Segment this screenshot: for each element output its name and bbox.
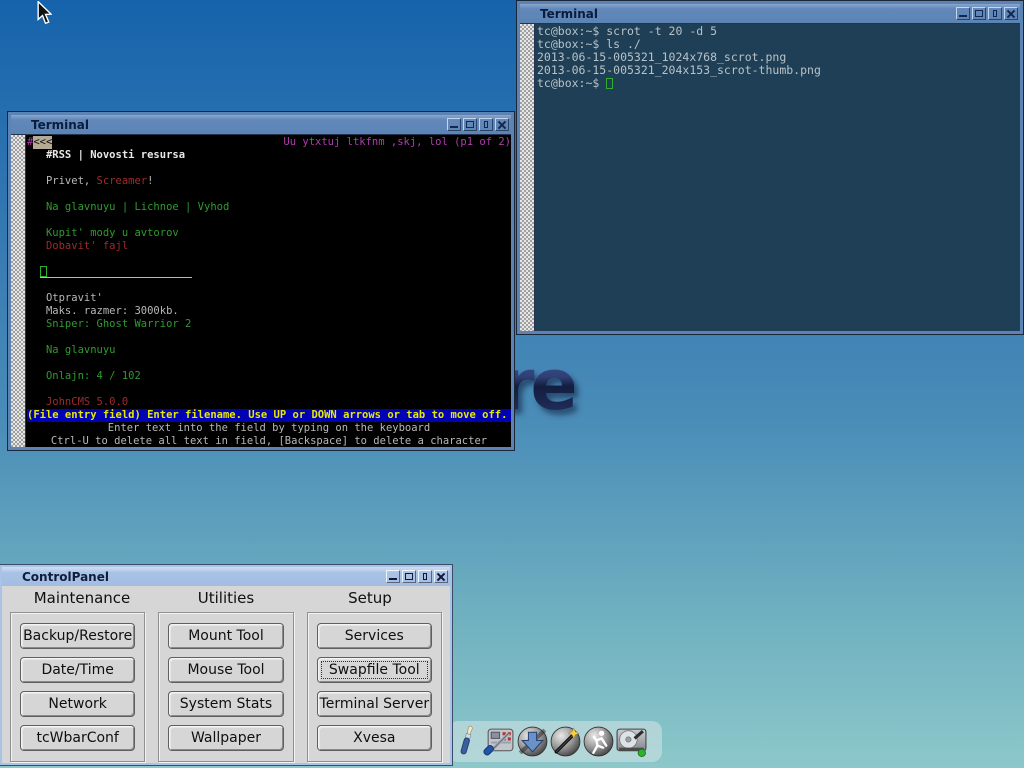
- maximize-icon: [405, 573, 413, 580]
- minimize-button[interactable]: [956, 7, 970, 20]
- close-button[interactable]: [1004, 7, 1018, 20]
- network-button[interactable]: Network: [20, 691, 135, 717]
- column-header-setup: Setup: [298, 589, 442, 612]
- page-heading: #RSS | Novosti resursa: [27, 149, 511, 162]
- terminal-server-button[interactable]: Terminal Server: [317, 691, 432, 717]
- close-button[interactable]: [495, 118, 509, 131]
- window-title: Terminal: [540, 7, 598, 21]
- nav-links[interactable]: Na glavnuyu | Lichnoe | Vyhod: [27, 201, 511, 214]
- minimize-button[interactable]: [386, 570, 400, 583]
- tcwbarconf-button[interactable]: tcWbarConf: [20, 725, 135, 751]
- exit-run-icon[interactable]: [582, 725, 615, 758]
- swapfile-tool-button[interactable]: Swapfile Tool: [317, 657, 432, 683]
- system-stats-button[interactable]: System Stats: [168, 691, 283, 717]
- back-links-selected[interactable]: <<<: [33, 136, 52, 149]
- column-headers: Maintenance Utilities Setup: [10, 589, 442, 612]
- titlebar[interactable]: Terminal: [11, 115, 511, 134]
- terminal-scrollbar[interactable]: [11, 135, 26, 447]
- desktop: re Terminal tc@box:~$ scrot -t 20 -d 5 t…: [0, 0, 1024, 768]
- backup-restore-button[interactable]: Backup/Restore: [20, 623, 135, 649]
- magic-wand-icon[interactable]: [549, 725, 582, 758]
- maximize-button[interactable]: [402, 570, 416, 583]
- status-bar: (File entry field) Enter filename. Use U…: [27, 409, 511, 422]
- setup-group: Services Swapfile Tool Terminal Server X…: [307, 612, 442, 762]
- minimize-icon: [389, 578, 397, 580]
- text-cursor: [40, 266, 47, 277]
- titlebar[interactable]: ControlPanel: [2, 567, 450, 586]
- greeting-line: Privet, Screamer!: [27, 175, 511, 188]
- shade-button[interactable]: [479, 118, 493, 131]
- paintbrush-icon[interactable]: [450, 725, 483, 758]
- maximize-icon: [466, 121, 474, 128]
- services-button[interactable]: Services: [317, 623, 432, 649]
- maximize-button[interactable]: [463, 118, 477, 131]
- username-link[interactable]: Screamer: [97, 175, 148, 187]
- mouse-tool-button[interactable]: Mouse Tool: [168, 657, 283, 683]
- shell-output[interactable]: tc@box:~$ scrot -t 20 -d 5 tc@box:~$ ls …: [535, 24, 1020, 331]
- browser-toolbar-line: #<<<Uu ytxtuj ltkfnm ,skj, lol (p1 of 2): [27, 136, 511, 149]
- xvesa-button[interactable]: Xvesa: [317, 725, 432, 751]
- submit-label: Otpravit': [27, 292, 511, 305]
- minimize-icon: [450, 126, 458, 128]
- close-button[interactable]: [434, 570, 448, 583]
- terminal-cursor: [606, 78, 613, 89]
- page-status: Uu ytxtuj ltkfnm ,skj, lol (p1 of 2): [283, 136, 511, 149]
- terminal-content: tc@box:~$ scrot -t 20 -d 5 tc@box:~$ ls …: [520, 23, 1020, 331]
- buy-mods-link[interactable]: Kupit' mody u avtorov: [27, 227, 511, 240]
- shade-icon: [423, 573, 427, 580]
- date-time-button[interactable]: Date/Time: [20, 657, 135, 683]
- minimize-button[interactable]: [447, 118, 461, 131]
- column-header-utilities: Utilities: [154, 589, 298, 612]
- terminal-window-browser: Terminal #<<<Uu ytxtuj ltkfnm ,skj, lol …: [8, 112, 514, 450]
- control-panel-window: ControlPanel Maintenance Utilities Setup…: [0, 565, 452, 765]
- titlebar[interactable]: Terminal: [520, 4, 1020, 23]
- terminal-content: #<<<Uu ytxtuj ltkfnm ,skj, lol (p1 of 2)…: [11, 134, 511, 447]
- shade-icon: [993, 10, 997, 17]
- window-title: ControlPanel: [22, 570, 109, 584]
- control-panel-icon[interactable]: [483, 725, 516, 758]
- terminal-window-top-right: Terminal tc@box:~$ scrot -t 20 -d 5 tc@b…: [517, 1, 1023, 334]
- minimize-icon: [959, 15, 967, 17]
- wallpaper-button[interactable]: Wallpaper: [168, 725, 283, 751]
- maintenance-group: Backup/Restore Date/Time Network tcWbarC…: [10, 612, 145, 762]
- shade-button[interactable]: [988, 7, 1002, 20]
- mount-tool-disk-icon[interactable]: [615, 725, 648, 758]
- mouse-cursor-icon: [37, 1, 52, 24]
- window-buttons: [954, 7, 1018, 20]
- window-buttons: [384, 570, 448, 583]
- game-link[interactable]: Sniper: Ghost Warrior 2: [27, 318, 511, 331]
- online-counter: Onlajn: 4 / 102: [27, 370, 511, 383]
- mount-tool-button[interactable]: Mount Tool: [168, 623, 283, 649]
- window-title: Terminal: [31, 118, 89, 132]
- terminal-scrollbar[interactable]: [520, 24, 535, 331]
- shade-icon: [484, 121, 488, 128]
- app-browser-icon[interactable]: [516, 725, 549, 758]
- home-link[interactable]: Na glavnuyu: [27, 344, 511, 357]
- maximize-button[interactable]: [972, 7, 986, 20]
- shade-button[interactable]: [418, 570, 432, 583]
- window-buttons: [445, 118, 509, 131]
- max-size-note: Maks. razmer: 3000kb.: [27, 305, 511, 318]
- shell-prompt-line: tc@box:~$: [537, 77, 1020, 90]
- file-input-field[interactable]: [40, 266, 192, 278]
- shell-line: 2013-06-15-005321_204x153_scrot-thumb.pn…: [537, 64, 1020, 77]
- text-browser-page: #<<<Uu ytxtuj ltkfnm ,skj, lol (p1 of 2)…: [26, 135, 511, 447]
- help-line: Ctrl-U to delete all text in field, [Bac…: [27, 435, 511, 447]
- control-panel-body: Maintenance Utilities Setup Backup/Resto…: [2, 586, 450, 763]
- maximize-icon: [975, 10, 983, 17]
- add-file-link[interactable]: Dobavit' fajl: [27, 240, 511, 253]
- file-input-line: [27, 266, 511, 279]
- column-header-maintenance: Maintenance: [10, 589, 154, 612]
- utilities-group: Mount Tool Mouse Tool System Stats Wallp…: [158, 612, 293, 762]
- dock: [448, 721, 662, 762]
- help-line: Enter text into the field by typing on t…: [27, 422, 511, 435]
- cms-version: JohnCMS 5.0.0: [27, 396, 511, 409]
